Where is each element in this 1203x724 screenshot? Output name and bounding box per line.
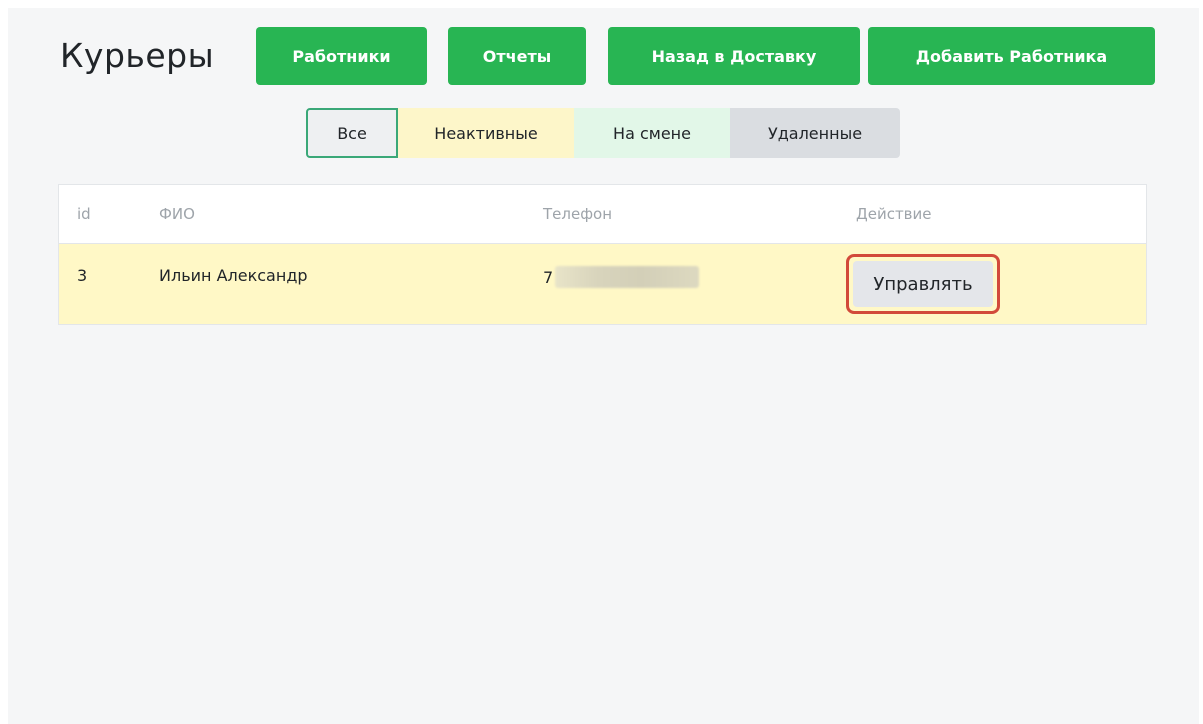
add-worker-button[interactable]: Добавить Работника (868, 27, 1155, 85)
table-row: 3 Ильин Александр 7 Управлять (59, 244, 1146, 324)
back-to-delivery-button[interactable]: Назад в Доставку (608, 27, 860, 85)
row-name: Ильин Александр (159, 266, 308, 285)
header-id: id (77, 205, 91, 223)
reports-button[interactable]: Отчеты (448, 27, 586, 85)
filter-on-shift[interactable]: На смене (574, 108, 730, 158)
status-filter-group: Все Неактивные На смене Удаленные (306, 108, 900, 158)
filter-all[interactable]: Все (306, 108, 398, 158)
header-action: Действие (856, 205, 932, 223)
phone-prefix: 7 (543, 267, 554, 287)
page-title: Курьеры (60, 36, 215, 75)
couriers-table: id ФИО Телефон Действие 3 Ильин Александ… (58, 184, 1147, 325)
phone-redacted (555, 266, 700, 288)
row-phone: 7 (543, 244, 700, 324)
manage-button[interactable]: Управлять (853, 261, 993, 307)
filter-deleted[interactable]: Удаленные (730, 108, 900, 158)
filter-inactive[interactable]: Неактивные (398, 108, 574, 158)
manage-button-highlight: Управлять (846, 254, 1000, 314)
row-id: 3 (77, 266, 88, 285)
table-header: id ФИО Телефон Действие (59, 185, 1146, 244)
header-name: ФИО (159, 205, 195, 223)
workers-button[interactable]: Работники (256, 27, 427, 85)
header-phone: Телефон (543, 205, 613, 223)
